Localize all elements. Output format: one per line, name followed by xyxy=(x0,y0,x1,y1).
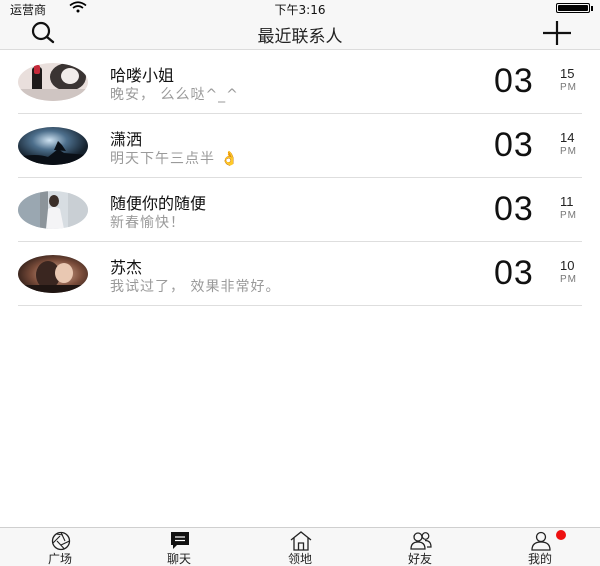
avatar xyxy=(18,127,88,165)
battery-icon xyxy=(556,3,590,13)
aperture-icon xyxy=(51,531,71,551)
tab-label: 我的 xyxy=(527,552,552,566)
avatar xyxy=(18,63,88,101)
contact-row[interactable]: 哈喽小姐 晚安， 么么哒^_^ 03 15 PM xyxy=(0,50,600,114)
message-day: 03 xyxy=(494,62,534,100)
avatar xyxy=(18,255,88,293)
contact-name: 苏杰 xyxy=(110,258,143,277)
message-hour: 14 xyxy=(560,130,575,145)
tab-territory[interactable]: 领地 xyxy=(260,528,340,566)
message-hour: 10 xyxy=(560,258,575,273)
last-message: 明天下午三点半 👌 xyxy=(110,151,239,167)
tab-square[interactable]: 广场 xyxy=(20,528,100,566)
tab-chat[interactable]: 聊天 xyxy=(139,528,219,566)
profile-icon xyxy=(531,531,551,551)
contact-row[interactable]: 潇洒 明天下午三点半 👌 03 14 PM xyxy=(0,114,600,178)
last-message: 我试过了， 效果非常好。 xyxy=(110,279,281,295)
tab-label: 好友 xyxy=(407,552,432,566)
status-bar: 运营商 下午3:16 xyxy=(0,0,600,17)
contact-name: 潇洒 xyxy=(110,130,143,149)
contact-name: 随便你的随便 xyxy=(110,194,207,213)
house-icon xyxy=(290,531,312,551)
contact-name: 哈喽小姐 xyxy=(110,66,175,85)
contact-row[interactable]: 随便你的随便 新春愉快！ 03 11 PM xyxy=(0,178,600,242)
contact-list: 哈喽小姐 晚安， 么么哒^_^ 03 15 PM 潇洒 明天下午三点半 👌 03… xyxy=(0,50,600,306)
message-hour: 11 xyxy=(560,194,574,209)
message-day: 03 xyxy=(494,126,534,164)
tab-friends[interactable]: 好友 xyxy=(380,528,460,566)
page-title: 最近联系人 xyxy=(257,27,343,47)
tab-label: 广场 xyxy=(47,552,72,566)
tab-label: 领地 xyxy=(287,552,312,566)
last-message: 新春愉快！ xyxy=(110,215,185,231)
notification-badge xyxy=(556,530,566,540)
last-message: 晚安， 么么哒^_^ xyxy=(110,87,239,103)
contact-row[interactable]: 苏杰 我试过了， 效果非常好。 03 10 PM xyxy=(0,242,600,306)
message-ampm: PM xyxy=(560,82,577,93)
chat-icon xyxy=(171,532,189,549)
message-ampm: PM xyxy=(560,146,577,157)
avatar xyxy=(18,191,88,229)
tab-label: 聊天 xyxy=(166,552,191,566)
message-hour: 15 xyxy=(560,66,575,81)
friends-icon xyxy=(410,532,432,550)
tab-bar: 广场 聊天 领地 好友 我的 xyxy=(0,527,600,566)
battery-tip xyxy=(591,6,593,11)
message-ampm: PM xyxy=(560,274,577,285)
message-ampm: PM xyxy=(560,210,577,221)
plus-icon[interactable] xyxy=(542,20,572,46)
tab-mine[interactable]: 我的 xyxy=(500,528,580,566)
message-day: 03 xyxy=(494,190,534,228)
nav-bar: 最近联系人 xyxy=(0,16,600,50)
message-day: 03 xyxy=(494,254,534,292)
